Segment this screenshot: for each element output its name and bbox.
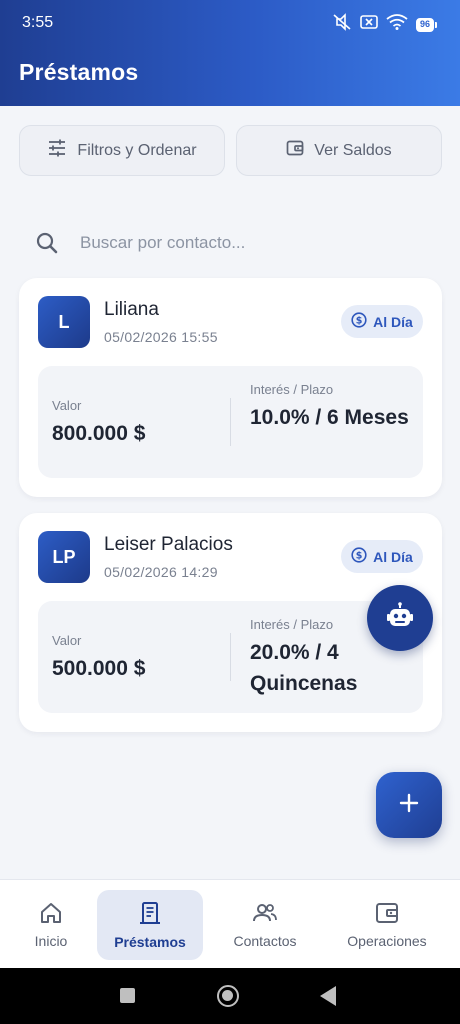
wallet-icon bbox=[375, 902, 399, 927]
svg-text:$: $ bbox=[356, 551, 363, 562]
filters-button[interactable]: Filtros y Ordenar bbox=[19, 125, 225, 176]
wallet-icon bbox=[286, 139, 304, 162]
valor-label: Valor bbox=[52, 633, 82, 648]
sim-icon bbox=[360, 14, 378, 35]
divider bbox=[230, 398, 231, 446]
balances-label: Ver Saldos bbox=[314, 141, 392, 159]
status-label: Al Día bbox=[373, 548, 413, 565]
loan-datetime: 05/02/2026 15:55 bbox=[104, 329, 218, 345]
divider bbox=[230, 633, 231, 681]
status-label: Al Día bbox=[373, 313, 413, 330]
assistant-button[interactable] bbox=[367, 585, 433, 651]
system-nav-bar bbox=[0, 968, 460, 1024]
nav-item-contactos[interactable]: Contactos bbox=[222, 890, 308, 960]
home-button[interactable] bbox=[217, 985, 239, 1007]
valor-amount: 800.000 $ bbox=[52, 422, 146, 445]
svg-text:$: $ bbox=[356, 316, 363, 327]
status-icons: 96 bbox=[332, 13, 438, 36]
dollar-circle-icon: $ bbox=[351, 312, 367, 331]
loan-datetime: 05/02/2026 14:29 bbox=[104, 564, 218, 580]
nav-label: Préstamos bbox=[114, 933, 186, 950]
back-button[interactable] bbox=[320, 986, 336, 1006]
loan-card[interactable]: L Liliana 05/02/2026 15:55 $ Al Día Valo… bbox=[19, 278, 442, 497]
avatar: LP bbox=[38, 531, 90, 583]
nav-item-operaciones[interactable]: Operaciones bbox=[340, 890, 434, 960]
view-balances-button[interactable]: Ver Saldos bbox=[236, 125, 442, 176]
interes-label: Interés / Plazo bbox=[250, 382, 334, 397]
interes-value: 10.0% / 6 Meses bbox=[250, 406, 409, 429]
avatar: L bbox=[38, 296, 90, 348]
valor-amount: 500.000 $ bbox=[52, 657, 146, 680]
loan-info-panel: Valor 500.000 $ Interés / Plazo 20.0% / … bbox=[38, 601, 423, 713]
interes-label: Interés / Plazo bbox=[250, 617, 334, 632]
search-icon bbox=[35, 231, 59, 260]
wifi-icon bbox=[386, 14, 408, 35]
status-badge: $ Al Día bbox=[341, 305, 423, 338]
nav-item-prestamos[interactable]: Préstamos bbox=[97, 890, 203, 960]
robot-icon bbox=[385, 601, 415, 636]
nav-label: Contactos bbox=[233, 932, 297, 949]
filters-label: Filtros y Ordenar bbox=[77, 141, 197, 159]
app-header: 3:55 96 Préstamos bbox=[0, 0, 460, 106]
bottom-nav: Inicio Préstamos Contactos Operaciones bbox=[0, 879, 460, 968]
search-bar bbox=[19, 218, 442, 268]
recents-button[interactable] bbox=[120, 988, 135, 1003]
nav-label: Operaciones bbox=[347, 932, 427, 949]
dollar-circle-icon: $ bbox=[351, 547, 367, 566]
home-icon bbox=[39, 902, 63, 927]
sliders-icon bbox=[47, 139, 67, 162]
contact-name: Liliana bbox=[104, 299, 159, 320]
search-input[interactable] bbox=[19, 218, 442, 268]
status-time: 3:55 bbox=[22, 14, 54, 31]
users-icon bbox=[252, 902, 278, 927]
battery-icon: 96 bbox=[415, 17, 438, 32]
loan-info-panel: Valor 800.000 $ Interés / Plazo 10.0% / … bbox=[38, 366, 423, 478]
nav-item-inicio[interactable]: Inicio bbox=[16, 890, 86, 960]
plus-icon bbox=[399, 793, 419, 818]
nav-label: Inicio bbox=[34, 932, 68, 949]
receipt-icon bbox=[139, 901, 161, 928]
valor-label: Valor bbox=[52, 398, 82, 413]
status-badge: $ Al Día bbox=[341, 540, 423, 573]
page-title: Préstamos bbox=[19, 59, 139, 85]
mute-icon bbox=[332, 13, 352, 36]
contact-name: Leiser Palacios bbox=[104, 534, 233, 555]
add-loan-button[interactable] bbox=[376, 772, 442, 838]
